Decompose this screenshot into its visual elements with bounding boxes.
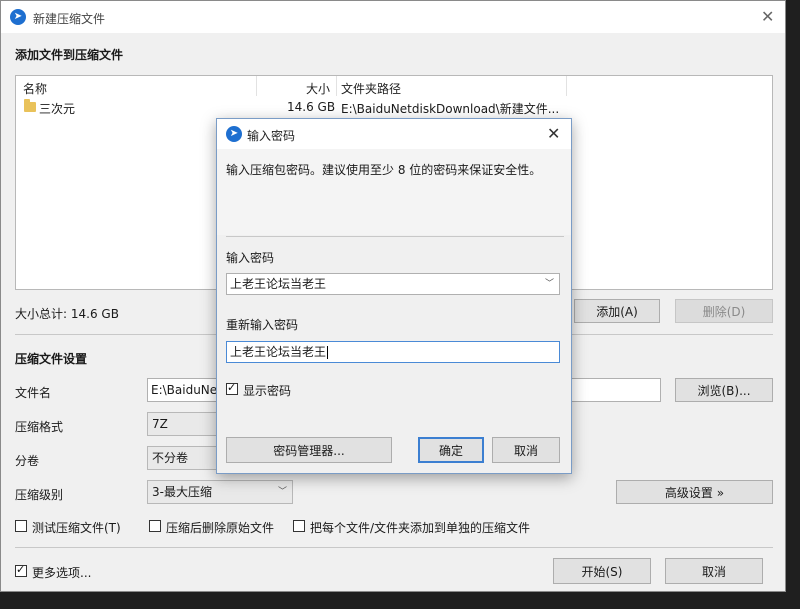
- filename-label: 文件名: [15, 386, 52, 400]
- test-archive-label[interactable]: 测试压缩文件(T): [32, 519, 121, 536]
- reenter-password-input[interactable]: 上老王论坛当老王: [226, 341, 560, 363]
- show-password-label[interactable]: 显示密码: [243, 382, 291, 399]
- ok-button[interactable]: 确定: [418, 437, 484, 463]
- cancel-button[interactable]: 取消: [665, 558, 763, 584]
- reenter-label: 重新输入密码: [226, 318, 299, 332]
- password-value: 上老王论坛当老王: [230, 277, 327, 291]
- chevron-down-icon: ﹀: [277, 487, 287, 497]
- app-logo-icon: ➤: [10, 9, 26, 25]
- close-icon[interactable]: ✕: [547, 124, 560, 143]
- window-titlebar: ➤ 新建压缩文件 ✕: [1, 1, 785, 33]
- row-size: 14.6 GB: [287, 100, 336, 114]
- each-separate-label[interactable]: 把每个文件/文件夹添加到单独的压缩文件: [310, 519, 530, 536]
- column-header-size[interactable]: 大小: [306, 80, 330, 97]
- level-select[interactable]: 3-最大压缩 ﹀: [147, 480, 293, 504]
- password-manager-button[interactable]: 密码管理器...: [226, 437, 392, 463]
- dialog-info-text: 输入压缩包密码。建议使用至少 8 位的密码来保证安全性。: [226, 163, 542, 177]
- dialog-cancel-button[interactable]: 取消: [492, 437, 560, 463]
- browse-button[interactable]: 浏览(B)...: [675, 378, 773, 402]
- password-label: 输入密码: [226, 251, 275, 265]
- column-header-path[interactable]: 文件夹路径: [341, 80, 401, 97]
- each-separate-checkbox[interactable]: [293, 520, 305, 532]
- add-files-title: 添加文件到压缩文件: [15, 48, 124, 62]
- column-divider[interactable]: [256, 76, 257, 96]
- add-button[interactable]: 添加(A): [574, 299, 660, 323]
- close-icon[interactable]: ✕: [761, 7, 774, 26]
- settings-title: 压缩文件设置: [15, 352, 88, 366]
- more-options-checkbox[interactable]: [15, 563, 27, 577]
- format-value: 7Z: [152, 417, 168, 431]
- dialog-titlebar: ➤ 输入密码 ✕: [217, 119, 571, 149]
- row-path: E:\BaiduNetdiskDownload\新建文件...: [341, 102, 560, 116]
- password-dialog: ➤ 输入密码 ✕ 输入压缩包密码。建议使用至少 8 位的密码来保证安全性。 输入…: [216, 118, 572, 474]
- delete-after-label[interactable]: 压缩后删除原始文件: [166, 519, 274, 536]
- show-password-checkbox[interactable]: [226, 381, 238, 395]
- folder-icon: [24, 99, 36, 112]
- level-label: 压缩级别: [15, 488, 64, 502]
- row-name: 三次元: [39, 102, 76, 116]
- reenter-value: 上老王论坛当老王: [230, 345, 327, 359]
- divider: [226, 236, 564, 237]
- dialog-info-area: 输入压缩包密码。建议使用至少 8 位的密码来保证安全性。: [217, 149, 571, 235]
- delete-after-checkbox[interactable]: [149, 520, 161, 532]
- text-caret: [327, 346, 329, 359]
- column-header-name[interactable]: 名称: [23, 80, 47, 97]
- delete-button[interactable]: 删除(D): [675, 299, 773, 323]
- window-title: 新建压缩文件: [33, 12, 106, 26]
- column-divider[interactable]: [336, 76, 337, 96]
- divider: [15, 547, 773, 548]
- start-button[interactable]: 开始(S): [553, 558, 651, 584]
- format-label: 压缩格式: [15, 420, 64, 434]
- dialog-title: 输入密码: [247, 129, 296, 143]
- level-value: 3-最大压缩: [152, 485, 212, 499]
- app-logo-icon: ➤: [226, 126, 242, 142]
- split-value: 不分卷: [152, 451, 189, 465]
- advanced-settings-button[interactable]: 高级设置 »: [616, 480, 773, 504]
- password-input[interactable]: 上老王论坛当老王 ﹀: [226, 273, 560, 295]
- column-divider[interactable]: [566, 76, 567, 96]
- split-label: 分卷: [15, 454, 40, 468]
- test-archive-checkbox[interactable]: [15, 520, 27, 532]
- total-size: 大小总计: 14.6 GB: [15, 307, 119, 321]
- more-options-label[interactable]: 更多选项...: [32, 564, 91, 581]
- chevron-down-icon[interactable]: ﹀: [545, 274, 554, 294]
